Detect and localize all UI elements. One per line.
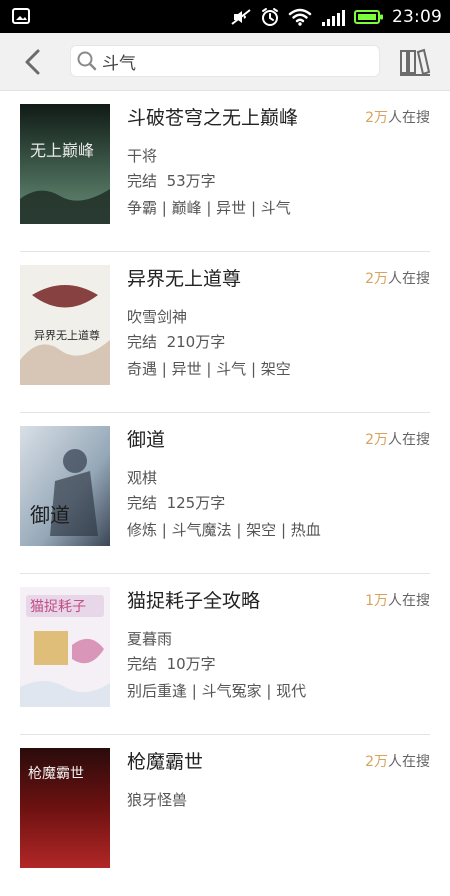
cover-text: 无上巅峰 [30,141,94,160]
popularity-suffix: 人在搜 [388,271,430,287]
book-title: 异界无上道尊 [127,268,242,290]
book-cover-art: 枪魔霸世 [20,748,110,868]
book-cover: 猫捉耗子 [20,587,110,707]
book-title: 枪魔霸世 [127,751,204,773]
book-status-label: 完结 [127,333,158,351]
result-item[interactable]: 枪魔霸世 枪魔霸世 2万人在搜 狼牙怪兽 [0,735,450,896]
book-cover-art: 无上巅峰 [20,104,110,224]
cover-text: 异界无上道尊 [34,328,100,342]
search-icon [77,51,97,71]
book-author: 吹雪剑神 [127,308,188,326]
search-popularity: 2万人在搜 [365,429,430,449]
popularity-count: 1万 [365,593,388,609]
book-cover-art: 猫捉耗子 [20,587,110,707]
popularity-count: 2万 [365,754,388,770]
popularity-suffix: 人在搜 [388,432,430,448]
book-author: 观棋 [127,469,158,487]
book-word-count: 210万字 [166,333,226,351]
popularity-suffix: 人在搜 [388,593,430,609]
bookshelf-icon[interactable] [398,45,432,79]
search-bar [0,33,450,91]
book-cover: 御道 [20,426,110,546]
book-cover: 枪魔霸世 [20,748,110,868]
result-item[interactable]: 猫捉耗子 猫捉耗子全攻略 1万人在搜 夏暮雨 完结 10万字 别后重逢 | 斗气… [0,574,450,735]
cover-text: 御道 [30,503,70,527]
search-results-list: 无上巅峰 斗破苍穹之无上巅峰 2万人在搜 干将 完结 53万字 争霸 | 巅峰 … [0,91,450,896]
book-status-label: 完结 [127,655,158,673]
status-bar-right: 23:09 [230,6,442,28]
popularity-count: 2万 [365,271,388,287]
search-popularity: 2万人在搜 [365,268,430,288]
book-tags: 争霸 | 巅峰 | 异世 | 斗气 [127,199,291,217]
signal-icon [322,10,345,26]
popularity-count: 2万 [365,432,388,448]
search-input[interactable] [102,48,372,74]
image-icon [12,8,30,24]
cover-text: 猫捉耗子 [30,599,86,615]
book-cover: 异界无上道尊 [20,265,110,385]
search-popularity: 2万人在搜 [365,107,430,127]
search-popularity: 2万人在搜 [365,751,430,771]
popularity-count: 2万 [365,110,388,126]
book-title: 御道 [127,429,166,451]
result-item[interactable]: 异界无上道尊 异界无上道尊 2万人在搜 吹雪剑神 完结 210万字 奇遇 | 异… [0,252,450,413]
book-word-count: 125万字 [166,494,226,512]
back-icon[interactable] [18,47,48,77]
popularity-suffix: 人在搜 [388,110,430,126]
book-status-label: 完结 [127,494,158,512]
book-author: 干将 [127,147,158,165]
book-cover-art: 御道 [20,426,110,546]
book-tags: 别后重逢 | 斗气冤家 | 现代 [127,682,307,700]
wifi-icon [288,8,312,26]
book-status: 完结 10万字 [127,653,216,674]
battery-icon [354,10,383,24]
book-status: 完结 125万字 [127,492,225,513]
book-cover-art: 异界无上道尊 [20,265,110,385]
book-status: 完结 53万字 [127,170,216,191]
search-box[interactable] [70,45,380,77]
result-item[interactable]: 无上巅峰 斗破苍穹之无上巅峰 2万人在搜 干将 完结 53万字 争霸 | 巅峰 … [0,91,450,252]
book-word-count: 53万字 [166,172,216,190]
cover-text: 枪魔霸世 [28,765,84,782]
search-popularity: 1万人在搜 [365,590,430,610]
status-time: 23:09 [392,7,442,27]
book-title: 猫捉耗子全攻略 [127,590,261,612]
mute-icon [231,9,251,25]
result-item[interactable]: 御道 御道 2万人在搜 观棋 完结 125万字 修炼 | 斗气魔法 | 架空 |… [0,413,450,574]
popularity-suffix: 人在搜 [388,754,430,770]
book-tags: 奇遇 | 异世 | 斗气 | 架空 [127,360,291,378]
book-status-label: 完结 [127,172,158,190]
book-tags: 修炼 | 斗气魔法 | 架空 | 热血 [127,521,321,539]
book-status: 完结 210万字 [127,331,225,352]
alarm-icon [262,8,278,26]
status-bar: 23:09 [0,0,450,33]
book-title: 斗破苍穹之无上巅峰 [127,107,299,129]
book-author: 夏暮雨 [127,630,173,648]
book-word-count: 10万字 [166,655,216,673]
book-cover: 无上巅峰 [20,104,110,224]
